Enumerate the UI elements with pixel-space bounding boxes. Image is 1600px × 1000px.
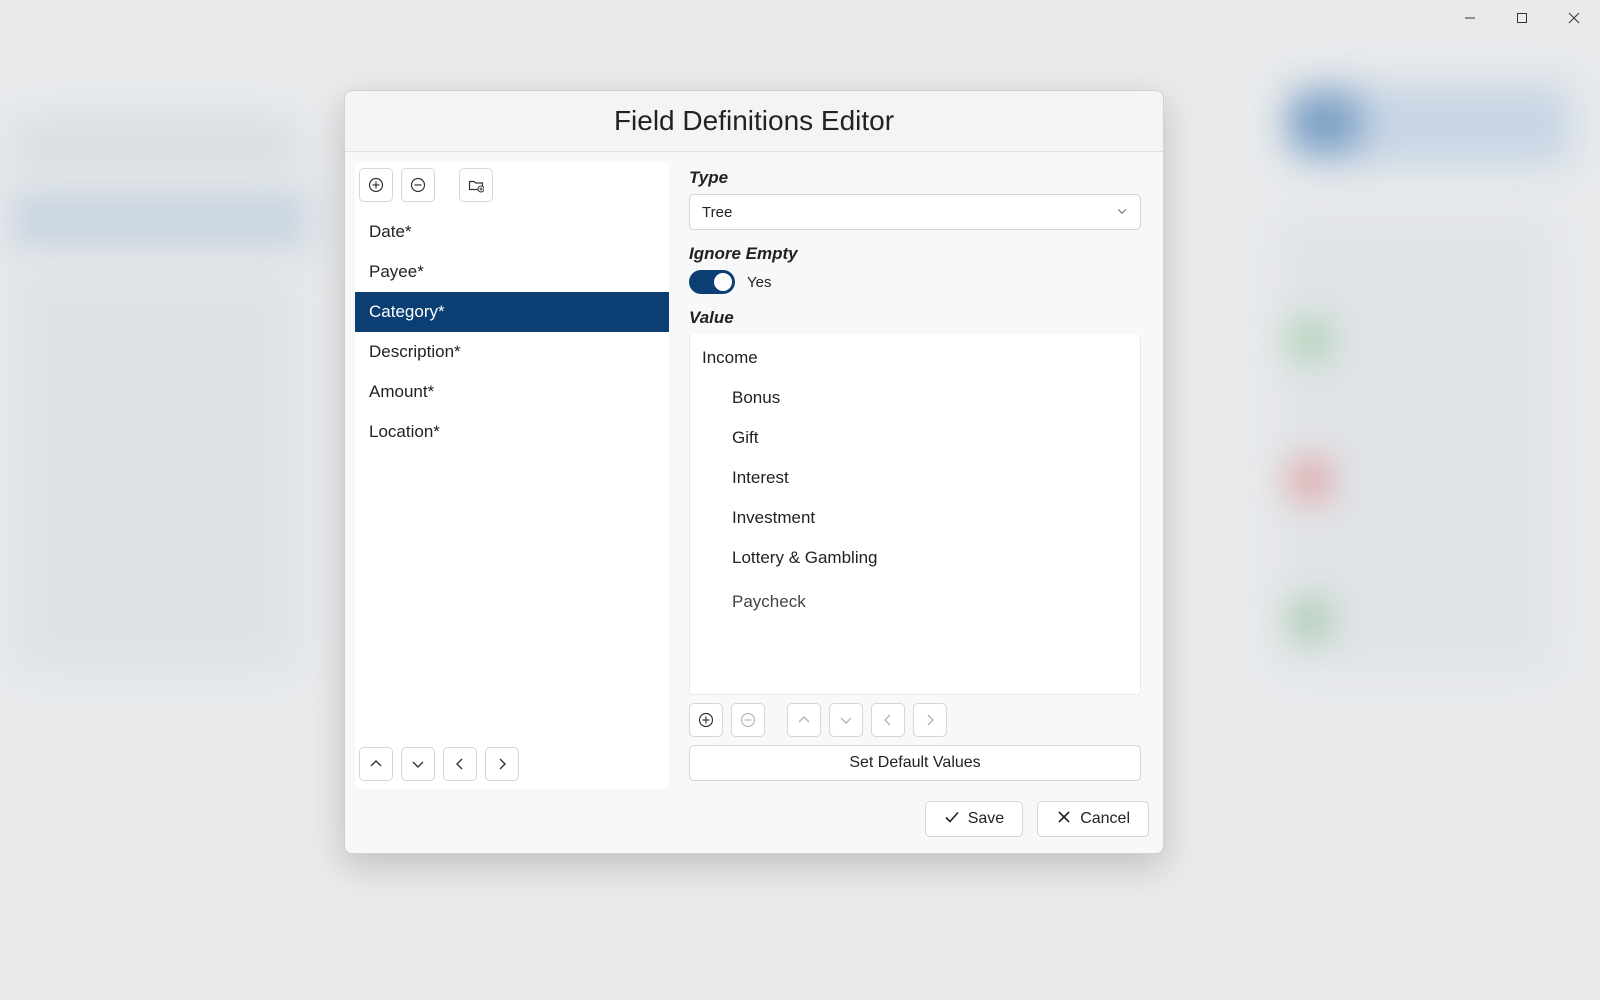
ignore-empty-row: Yes: [689, 270, 1141, 294]
value-label: Value: [689, 308, 1141, 328]
ignore-empty-label: Ignore Empty: [689, 244, 1141, 264]
fields-list: Date* Payee* Category* Description* Amou…: [355, 212, 669, 739]
value-move-down-button[interactable]: [829, 703, 863, 737]
cancel-button[interactable]: Cancel: [1037, 801, 1149, 837]
close-button[interactable]: [1548, 0, 1600, 36]
save-button[interactable]: Save: [925, 801, 1023, 837]
field-item-amount[interactable]: Amount*: [355, 372, 669, 412]
move-right-button[interactable]: [485, 747, 519, 781]
type-select[interactable]: Tree: [689, 194, 1141, 230]
tree-item-income[interactable]: Income: [690, 338, 1140, 378]
type-label: Type: [689, 168, 1141, 188]
move-left-button[interactable]: [443, 747, 477, 781]
value-move-left-button[interactable]: [871, 703, 905, 737]
save-label: Save: [968, 810, 1004, 828]
value-tree: Income Bonus Gift Interest Investment Lo…: [689, 334, 1141, 695]
set-default-values-button[interactable]: Set Default Values: [689, 745, 1141, 781]
set-default-values-label: Set Default Values: [849, 754, 980, 772]
field-detail-panel: Type Tree Ignore Empty Yes Value Income …: [677, 162, 1153, 789]
fields-toolbar: [355, 166, 669, 212]
value-move-right-button[interactable]: [913, 703, 947, 737]
ignore-empty-toggle[interactable]: [689, 270, 735, 294]
bg-blur: [15, 270, 295, 670]
tree-item-paycheck[interactable]: Paycheck: [690, 582, 1140, 622]
bg-blur: [1290, 600, 1330, 640]
value-add-button[interactable]: [689, 703, 723, 737]
bg-blur: [1290, 460, 1330, 500]
tree-item-gift[interactable]: Gift: [690, 418, 1140, 458]
minimize-button[interactable]: [1444, 0, 1496, 36]
value-remove-button[interactable]: [731, 703, 765, 737]
bg-blur: [10, 190, 310, 250]
bg-blur: [1290, 320, 1330, 360]
value-toolbar: [689, 695, 1141, 737]
tree-item-bonus[interactable]: Bonus: [690, 378, 1140, 418]
close-icon: [1056, 809, 1072, 830]
dialog-body: Date* Payee* Category* Description* Amou…: [345, 152, 1163, 789]
type-select-value: Tree: [702, 204, 732, 221]
tree-item-interest[interactable]: Interest: [690, 458, 1140, 498]
add-field-button[interactable]: [359, 168, 393, 202]
bg-blur: [1290, 95, 1360, 150]
tree-item-lottery[interactable]: Lottery & Gambling: [690, 538, 1140, 578]
dialog-title: Field Definitions Editor: [345, 91, 1163, 152]
field-definitions-dialog: Field Definitions Editor Date* Payee* Ca…: [344, 90, 1164, 854]
field-item-location[interactable]: Location*: [355, 412, 669, 452]
field-item-payee[interactable]: Payee*: [355, 252, 669, 292]
maximize-button[interactable]: [1496, 0, 1548, 36]
move-up-button[interactable]: [359, 747, 393, 781]
chevron-down-icon: [1116, 204, 1128, 221]
fields-reorder-toolbar: [355, 739, 669, 781]
field-item-category[interactable]: Category*: [355, 292, 669, 332]
cancel-label: Cancel: [1080, 810, 1130, 828]
bg-blur: [15, 120, 295, 170]
field-item-description[interactable]: Description*: [355, 332, 669, 372]
fields-panel: Date* Payee* Category* Description* Amou…: [355, 162, 669, 789]
ignore-empty-value: Yes: [747, 274, 771, 291]
move-down-button[interactable]: [401, 747, 435, 781]
value-move-up-button[interactable]: [787, 703, 821, 737]
add-folder-button[interactable]: [459, 168, 493, 202]
field-item-date[interactable]: Date*: [355, 212, 669, 252]
remove-field-button[interactable]: [401, 168, 435, 202]
window-controls: [1444, 0, 1600, 36]
tree-item-investment[interactable]: Investment: [690, 498, 1140, 538]
check-icon: [944, 809, 960, 830]
dialog-footer: Save Cancel: [345, 789, 1163, 853]
